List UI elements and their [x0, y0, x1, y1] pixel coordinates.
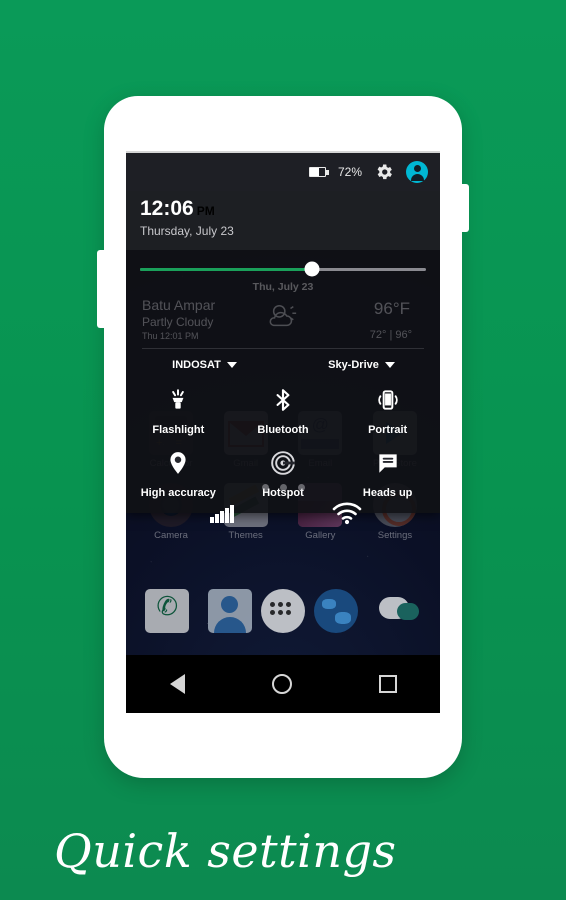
tile-flashlight[interactable]: Flashlight	[126, 385, 231, 436]
tile-portrait[interactable]: Portrait	[335, 385, 440, 436]
hotspot-icon	[268, 448, 298, 478]
clock-line: 12:06 PM	[140, 197, 426, 221]
page-indicator-dots	[126, 483, 440, 491]
page-dot	[279, 483, 287, 491]
signal-strength-icon	[210, 505, 234, 523]
quick-settings-panel: 72% 12:06 PM Thursday, July 23 Thu, July…	[126, 153, 440, 513]
carrier-label: INDOSAT	[172, 358, 221, 371]
phone-screen: Calculator Gmail Email Play Store	[126, 151, 440, 713]
weather-city: Batu Ampar	[142, 296, 216, 313]
wifi-label: Sky-Drive	[328, 358, 379, 371]
user-avatar-icon[interactable]	[406, 161, 428, 183]
tile-label: Bluetooth	[257, 423, 309, 436]
battery-icon	[308, 167, 329, 177]
power-button[interactable]	[461, 184, 469, 232]
gear-icon[interactable]	[374, 162, 394, 182]
app-label: Themes	[228, 530, 263, 541]
weather-condition: Partly Cloudy	[142, 314, 214, 329]
tile-heads-up[interactable]: Heads up	[335, 448, 440, 499]
contacts-icon[interactable]	[207, 589, 252, 633]
weather-divider	[142, 347, 424, 349]
page-dot	[261, 483, 269, 491]
tile-high-accuracy[interactable]: High accuracy	[126, 448, 231, 499]
chevron-down-icon	[226, 361, 237, 368]
weather-updated: Thu 12:01 PM	[142, 330, 199, 341]
brightness-fill	[140, 268, 312, 271]
weather-widget-ghost: Thu, July 23 Batu Ampar Partly Cloudy Th…	[126, 281, 440, 355]
browser-icon[interactable]	[314, 589, 359, 633]
speech-bubble-icon	[373, 448, 403, 478]
brightness-track[interactable]	[140, 261, 426, 277]
home-dock	[126, 589, 440, 633]
chevron-down-icon	[384, 361, 395, 368]
volume-rocker-button[interactable]	[97, 250, 105, 328]
partly-cloudy-icon	[269, 304, 297, 326]
clock-time: 12:06	[140, 197, 194, 220]
app-label: Gallery	[305, 530, 336, 541]
quick-settings-clock-block: 12:06 PM Thursday, July 23	[126, 191, 440, 250]
back-nav-icon[interactable]	[169, 674, 185, 694]
app-drawer-icon[interactable]	[261, 589, 305, 633]
location-pin-icon	[163, 448, 193, 478]
weather-temperature: 96°F	[373, 298, 410, 318]
page-dot	[297, 483, 305, 491]
tile-label: Flashlight	[152, 423, 205, 436]
screen-rotation-icon	[373, 385, 403, 415]
tile-label: Portrait	[368, 423, 408, 436]
home-nav-icon[interactable]	[271, 674, 292, 694]
flashlight-icon	[163, 385, 193, 415]
bluetooth-icon	[268, 385, 298, 415]
navigation-bar	[126, 655, 440, 713]
recents-nav-icon[interactable]	[378, 675, 397, 693]
wifi-icon	[332, 502, 362, 525]
quick-settings-network-row: INDOSAT Sky-Drive	[126, 355, 440, 381]
brightness-thumb[interactable]	[304, 261, 320, 277]
battery-percent-label: 72%	[337, 165, 362, 179]
phone-device-frame: Calculator Gmail Email Play Store	[97, 96, 469, 778]
app-label: Camera	[154, 530, 188, 541]
tile-hotspot[interactable]: Hotspot	[231, 448, 336, 499]
quick-settings-status-bar: 72%	[126, 153, 440, 191]
messaging-icon[interactable]	[377, 589, 421, 633]
clock-date: Thursday, July 23	[140, 224, 234, 238]
weather-date: Thu, July 23	[252, 280, 314, 293]
clock-ampm: PM	[196, 204, 215, 218]
weather-range: 72° | 96°	[369, 328, 412, 341]
phone-icon[interactable]	[145, 589, 190, 633]
brightness-slider[interactable]	[126, 250, 440, 281]
tile-bluetooth[interactable]: Bluetooth	[231, 385, 336, 436]
dot-grid	[270, 602, 296, 615]
page-caption: Quick settings	[54, 824, 397, 878]
carrier-selector[interactable]: INDOSAT	[126, 359, 283, 371]
wifi-selector[interactable]: Sky-Drive	[283, 359, 440, 371]
app-label: Settings	[377, 530, 413, 541]
